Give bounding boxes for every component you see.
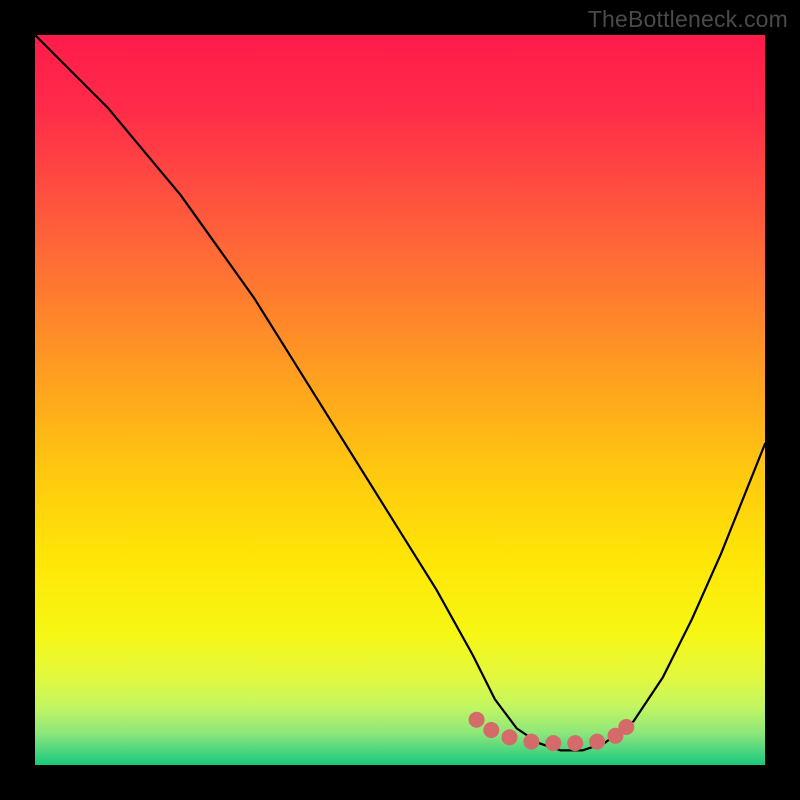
marker-point [545, 735, 561, 751]
marker-point [618, 719, 634, 735]
bottleneck-curve [35, 35, 765, 750]
marker-point [567, 735, 583, 751]
chart-frame: TheBottleneck.com [0, 0, 800, 800]
marker-point [523, 734, 539, 750]
curve-layer [35, 35, 765, 765]
marker-point [469, 712, 485, 728]
watermark-text: TheBottleneck.com [588, 6, 788, 33]
low-bottleneck-markers [469, 712, 635, 751]
marker-point [502, 729, 518, 745]
marker-point [483, 722, 499, 738]
marker-point [589, 734, 605, 750]
plot-area [35, 35, 765, 765]
